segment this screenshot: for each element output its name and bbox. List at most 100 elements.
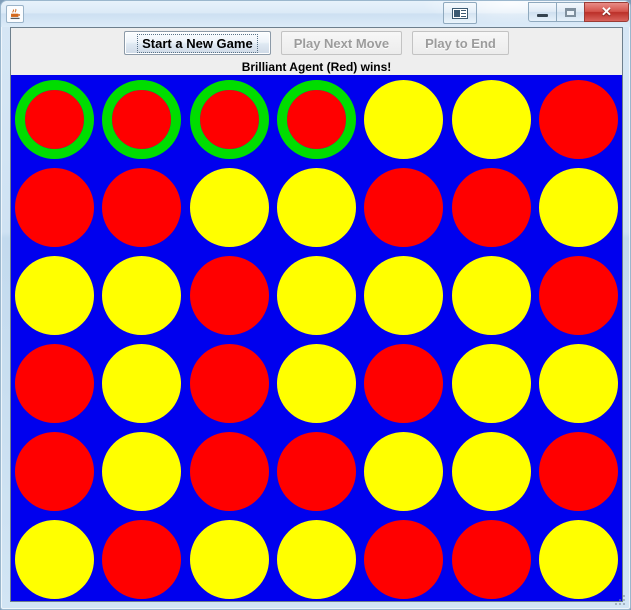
maximize-button[interactable] — [556, 2, 585, 22]
board-cell[interactable] — [360, 75, 447, 163]
disc-red — [15, 343, 95, 423]
board-cell[interactable] — [447, 251, 534, 339]
board-cell[interactable] — [360, 339, 447, 427]
board-cell[interactable] — [535, 339, 622, 427]
disc-yellow — [15, 255, 95, 335]
disc-yellow — [451, 431, 531, 511]
board-cell[interactable] — [447, 75, 534, 163]
start-new-game-button[interactable]: Start a New Game — [124, 31, 271, 55]
board-cell[interactable] — [447, 515, 534, 601]
board-cell[interactable] — [535, 427, 622, 515]
board-cell[interactable] — [98, 75, 185, 163]
board-grid — [11, 75, 622, 601]
disc-red-winning — [102, 79, 182, 159]
play-next-move-button[interactable]: Play Next Move — [280, 31, 403, 55]
close-icon: ✕ — [601, 4, 612, 19]
board-cell[interactable] — [273, 163, 360, 251]
status-bar: Brilliant Agent (Red) wins! — [11, 58, 622, 75]
disc-red — [538, 255, 618, 335]
disc-red — [102, 519, 182, 599]
connect-four-board[interactable] — [11, 75, 622, 601]
status-message: Brilliant Agent (Red) wins! — [241, 59, 392, 74]
disc-red — [538, 431, 618, 511]
disc-red — [364, 167, 444, 247]
board-cell[interactable] — [535, 251, 622, 339]
board-cell[interactable] — [186, 163, 273, 251]
disc-red — [15, 167, 95, 247]
disc-red — [276, 431, 356, 511]
window-controls: ✕ — [528, 2, 629, 22]
board-cell[interactable] — [535, 515, 622, 601]
board-cell[interactable] — [98, 427, 185, 515]
minimize-icon — [537, 13, 548, 17]
disc-yellow — [102, 431, 182, 511]
board-cell[interactable] — [360, 515, 447, 601]
board-cell[interactable] — [186, 339, 273, 427]
toolbar: Start a New Game Play Next Move Play to … — [11, 28, 622, 58]
start-new-game-label: Start a New Game — [137, 33, 258, 53]
board-cell[interactable] — [360, 427, 447, 515]
board-cell[interactable] — [360, 163, 447, 251]
board-cell[interactable] — [11, 515, 98, 601]
disc-red-winning — [15, 79, 95, 159]
application-window: ✕ Start a New Game Play Next Move Play t… — [0, 0, 631, 610]
title-bar[interactable]: ✕ — [1, 1, 630, 27]
disc-red — [189, 431, 269, 511]
board-cell[interactable] — [447, 163, 534, 251]
board-cell[interactable] — [186, 515, 273, 601]
board-cell[interactable] — [11, 251, 98, 339]
board-cell[interactable] — [273, 515, 360, 601]
board-cell[interactable] — [11, 427, 98, 515]
disc-yellow — [102, 255, 182, 335]
disc-red — [189, 343, 269, 423]
disc-red — [451, 519, 531, 599]
board-cell[interactable] — [186, 427, 273, 515]
disc-red — [451, 167, 531, 247]
disc-red — [15, 431, 95, 511]
client-area: Start a New Game Play Next Move Play to … — [10, 27, 623, 602]
disc-yellow — [451, 343, 531, 423]
board-cell[interactable] — [273, 427, 360, 515]
disc-yellow — [451, 79, 531, 159]
disc-yellow — [538, 343, 618, 423]
board-cell[interactable] — [360, 251, 447, 339]
board-cell[interactable] — [98, 163, 185, 251]
java-coffee-cup-icon[interactable] — [6, 5, 24, 23]
window-layout-icon-button[interactable] — [443, 2, 477, 24]
disc-yellow — [364, 255, 444, 335]
minimize-button[interactable] — [528, 2, 557, 22]
play-to-end-label: Play to End — [425, 35, 496, 51]
board-cell[interactable] — [98, 339, 185, 427]
disc-red — [538, 79, 618, 159]
close-button[interactable]: ✕ — [584, 2, 629, 22]
board-cell[interactable] — [447, 339, 534, 427]
board-cell[interactable] — [98, 515, 185, 601]
window-layout-icon — [452, 7, 468, 19]
maximize-icon — [565, 7, 576, 17]
disc-yellow — [276, 519, 356, 599]
disc-yellow — [276, 167, 356, 247]
disc-red — [189, 255, 269, 335]
board-cell[interactable] — [98, 251, 185, 339]
disc-red — [102, 167, 182, 247]
play-to-end-button[interactable]: Play to End — [412, 31, 509, 55]
board-cell[interactable] — [186, 75, 273, 163]
board-cell[interactable] — [273, 339, 360, 427]
board-cell[interactable] — [11, 163, 98, 251]
resize-grip[interactable] — [615, 595, 627, 607]
disc-red-winning — [189, 79, 269, 159]
disc-yellow — [15, 519, 95, 599]
board-cell[interactable] — [273, 251, 360, 339]
disc-yellow — [276, 255, 356, 335]
board-cell[interactable] — [447, 427, 534, 515]
disc-red-winning — [276, 79, 356, 159]
board-cell[interactable] — [535, 75, 622, 163]
board-cell[interactable] — [11, 75, 98, 163]
disc-yellow — [102, 343, 182, 423]
board-cell[interactable] — [186, 251, 273, 339]
board-cell[interactable] — [535, 163, 622, 251]
disc-yellow — [538, 167, 618, 247]
board-cell[interactable] — [11, 339, 98, 427]
board-cell[interactable] — [273, 75, 360, 163]
disc-yellow — [538, 519, 618, 599]
